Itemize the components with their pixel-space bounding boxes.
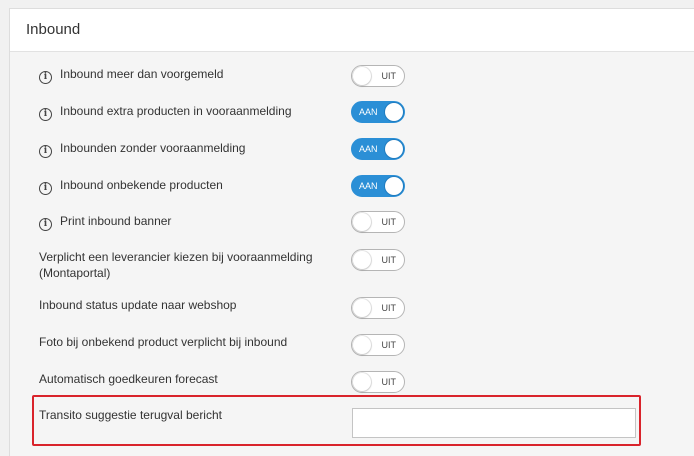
toggle-automatisch-goedkeuren-forecast[interactable]: UIT	[351, 371, 405, 393]
toggle-state-label: UIT	[381, 217, 397, 227]
setting-label-line2: (Montaportal)	[39, 266, 111, 280]
info-icon[interactable]: i	[39, 145, 52, 158]
info-icon[interactable]: i	[39, 71, 52, 84]
setting-label: Inbound meer dan voorgemeld	[60, 67, 224, 81]
setting-label: Inbound status update naar webshop	[39, 298, 237, 312]
toggle-print-inbound-banner[interactable]: UIT	[351, 211, 405, 233]
toggle-state-label: UIT	[381, 255, 397, 265]
toggle-verplicht-leverancier[interactable]: UIT	[351, 249, 405, 271]
toggle-knob	[385, 103, 403, 121]
toggle-state-label: UIT	[381, 377, 397, 387]
toggle-inbound-onbekende-producten[interactable]: AAN	[351, 175, 405, 197]
toggle-foto-onbekend-product[interactable]: UIT	[351, 334, 405, 356]
toggle-state-label: UIT	[381, 340, 397, 350]
setting-label: Print inbound banner	[60, 214, 172, 228]
toggle-inbound-status-update[interactable]: UIT	[351, 297, 405, 319]
toggle-knob	[353, 373, 371, 391]
setting-label: Automatisch goedkeuren forecast	[39, 372, 218, 386]
setting-label: Inbounden zonder vooraanmelding	[60, 141, 246, 155]
transito-suggestie-input[interactable]	[352, 408, 636, 438]
toggle-state-label: AAN	[359, 181, 378, 191]
setting-label: Inbound onbekende producten	[60, 178, 223, 192]
toggle-knob	[353, 67, 371, 85]
info-icon[interactable]: i	[39, 108, 52, 121]
setting-label: Foto bij onbekend product verplicht bij …	[39, 335, 288, 349]
info-icon[interactable]: i	[39, 182, 52, 195]
toggle-knob	[353, 213, 371, 231]
toggle-inbound-extra-producten[interactable]: AAN	[351, 101, 405, 123]
panel-title: Inbound	[26, 21, 81, 38]
toggle-state-label: UIT	[381, 71, 397, 81]
setting-label: Inbound extra producten in vooraanmeldin…	[60, 104, 292, 118]
toggle-knob	[353, 336, 371, 354]
panel-header: Inbound	[10, 9, 694, 52]
toggle-knob	[353, 251, 371, 269]
toggle-state-label: UIT	[381, 303, 397, 313]
toggle-knob	[353, 299, 371, 317]
info-icon[interactable]: i	[39, 218, 52, 231]
inbound-settings-panel: Inbound i Inbound meer dan voorgemeld UIT…	[9, 8, 694, 456]
toggle-state-label: AAN	[359, 144, 378, 154]
setting-label: Transito suggestie terugval bericht	[39, 408, 222, 422]
toggle-knob	[385, 140, 403, 158]
toggle-inbound-meer-dan-voorgemeld[interactable]: UIT	[351, 65, 405, 87]
toggle-inbounden-zonder-vooraanmelding[interactable]: AAN	[351, 138, 405, 160]
setting-label: Verplicht een leverancier kiezen bij voo…	[39, 250, 313, 264]
toggle-state-label: AAN	[359, 107, 378, 117]
toggle-knob	[385, 177, 403, 195]
